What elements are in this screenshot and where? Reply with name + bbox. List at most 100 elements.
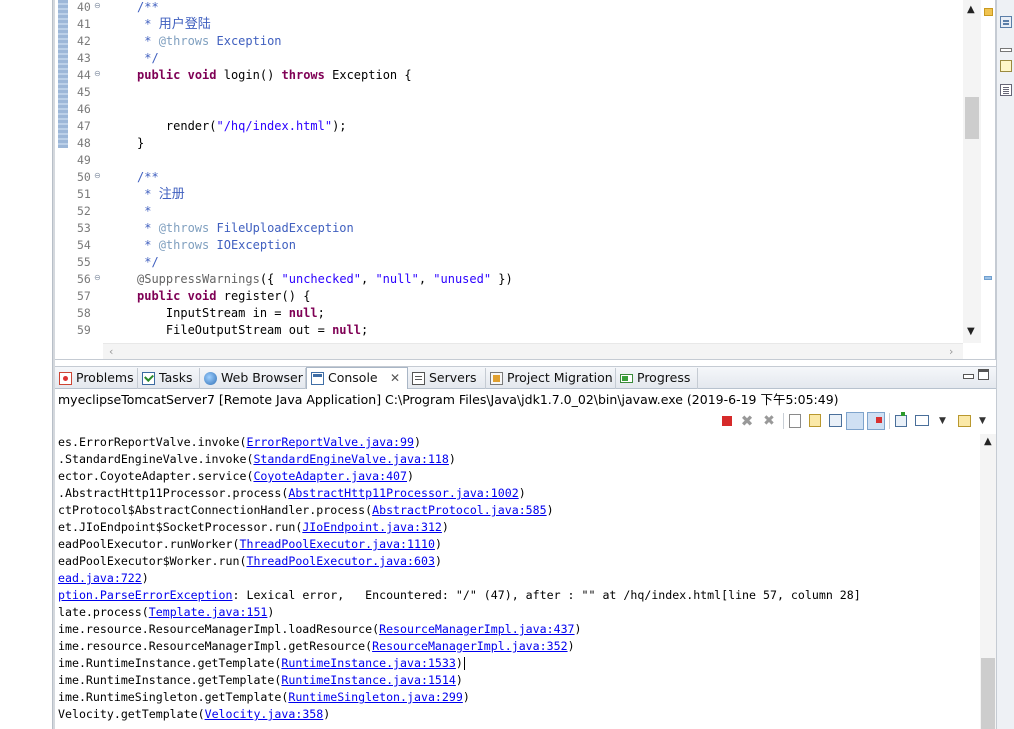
show-standard-out-icon[interactable] [846,412,864,430]
console-line[interactable]: ctProtocol$AbstractConnectionHandler.pro… [58,502,554,519]
chevron-down-icon[interactable]: ▼ [939,413,955,429]
source-link[interactable]: CoyoteAdapter.java:407 [253,469,407,483]
code-line[interactable]: */ [137,254,158,271]
scroll-thumb[interactable] [965,97,979,139]
scroll-left-arrow-icon[interactable]: ‹ [109,345,113,358]
console-line[interactable]: ime.RuntimeInstance.getTemplate(RuntimeI… [58,672,463,689]
source-link[interactable]: ThreadPoolExecutor.java:1110 [239,537,434,551]
remove-all-terminated-icon[interactable]: ✖ [761,413,777,429]
code-line[interactable]: * @throws Exception [137,33,281,50]
code-line[interactable]: public void register() { [137,288,310,305]
occurrence-marker-icon[interactable] [984,276,992,280]
console-output[interactable]: es.ErrorReportValve.invoke(ErrorReportVa… [55,434,980,729]
scroll-up-arrow-icon[interactable]: ▲ [984,436,992,447]
tab-tasks[interactable]: Tasks [138,368,200,389]
fold-toggle-icon[interactable]: ⊖ [94,70,103,79]
source-link[interactable]: RuntimeInstance.java:1533 [281,656,456,670]
minimize-view-icon[interactable] [962,369,974,381]
close-icon[interactable]: ✕ [390,368,400,388]
console-line[interactable]: .AbstractHttp11Processor.process(Abstrac… [58,485,526,502]
code-line[interactable]: * 用户登陆 [137,16,210,33]
restore-icon[interactable] [1000,48,1012,52]
code-line[interactable]: * 注册 [137,186,184,203]
scroll-lock-icon[interactable] [809,414,821,427]
clear-console-icon[interactable] [789,414,801,428]
code-line[interactable]: InputStream in = null; [137,305,325,322]
code-line[interactable]: FileOutputStream out = null; [137,322,368,339]
code-line[interactable]: } [137,135,144,152]
scroll-up-arrow-icon[interactable]: ▲ [967,4,975,15]
show-standard-error-icon[interactable] [867,412,885,430]
source-link[interactable]: AbstractProtocol.java:585 [372,503,547,517]
console-vertical-scrollbar[interactable]: ▲ [980,434,996,729]
console-line[interactable]: .StandardEngineValve.invoke(StandardEngi… [58,451,456,468]
tab-problems[interactable]: Problems [55,368,138,389]
source-link[interactable]: JIoEndpoint.java:312 [302,520,442,534]
code-line[interactable]: * [137,203,151,220]
source-link[interactable]: ResourceManagerImpl.java:352 [372,639,567,653]
console-line[interactable]: es.ErrorReportValve.invoke(ErrorReportVa… [58,434,421,451]
tab-progress[interactable]: Progress [616,368,698,389]
code-text-area[interactable]: /** * 用户登陆 * @throws Exception */ public … [103,0,963,343]
source-link[interactable]: ption.ParseErrorException [58,588,233,602]
console-line[interactable]: eadPoolExecutor.runWorker(ThreadPoolExec… [58,536,442,553]
console-line[interactable]: eadPoolExecutor$Worker.run(ThreadPoolExe… [58,553,442,570]
chevron-down-icon[interactable]: ▼ [979,413,995,429]
list-view-icon[interactable] [1000,84,1012,96]
code-line[interactable]: render("/hq/index.html"); [137,118,347,135]
console-line[interactable]: et.JIoEndpoint$SocketProcessor.run(JIoEn… [58,519,449,536]
console-text: ) [414,435,421,449]
pin-console-icon[interactable] [895,412,907,427]
source-link[interactable]: Template.java:151 [149,605,268,619]
code-line[interactable]: /** [137,169,159,186]
tab-console[interactable]: Console ✕ [306,367,408,389]
code-line[interactable]: */ [137,50,158,67]
code-token: * [137,204,152,218]
scroll-right-arrow-icon[interactable]: › [949,345,953,358]
terminate-icon[interactable] [719,413,735,429]
tab-servers[interactable]: Servers [408,368,486,389]
source-link[interactable]: ThreadPoolExecutor.java:603 [246,554,434,568]
scroll-down-arrow-icon[interactable]: ▼ [967,326,975,337]
code-line[interactable]: /** [137,0,159,16]
fold-toggle-icon[interactable]: ⊖ [94,172,103,181]
code-line[interactable]: * @throws FileUploadException [137,220,354,237]
code-line[interactable]: @SuppressWarnings({ "unchecked", "null",… [137,271,513,288]
console-line[interactable]: Velocity.getTemplate(Velocity.java:358) [58,706,330,723]
source-link[interactable]: Velocity.java:358 [205,707,324,721]
console-line[interactable]: ead.java:722) [58,570,149,587]
source-link[interactable]: RuntimeSingleton.java:299 [288,690,463,704]
tab-project-migration[interactable]: Project Migration [486,368,616,389]
task-list-icon[interactable] [1000,60,1012,72]
console-line[interactable]: ector.CoyoteAdapter.service(CoyoteAdapte… [58,468,414,485]
editor-horizontal-scrollbar[interactable]: ‹ › [103,343,963,359]
remove-launch-icon[interactable]: ✖ [739,413,755,429]
tab-web-browser[interactable]: Web Browser [200,368,306,389]
word-wrap-icon[interactable] [829,414,842,427]
console-line[interactable]: ime.resource.ResourceManagerImpl.getReso… [58,638,575,655]
source-link[interactable]: RuntimeInstance.java:1514 [281,673,456,687]
display-selected-console-icon[interactable] [915,415,929,426]
code-token: @throws [158,34,210,48]
console-line[interactable]: late.process(Template.java:151) [58,604,274,621]
fold-toggle-icon[interactable]: ⊖ [94,274,103,283]
open-console-icon[interactable] [958,415,971,427]
source-link[interactable]: ErrorReportValve.java:99 [246,435,414,449]
source-link[interactable]: ead.java:722 [58,571,142,585]
editor-vertical-scrollbar[interactable]: ▲ ▼ [963,0,981,343]
source-link[interactable]: AbstractHttp11Processor.java:1002 [288,486,518,500]
maximize-view-icon[interactable] [978,369,989,380]
console-line[interactable]: ption.ParseErrorException: Lexical error… [58,587,861,604]
console-line[interactable]: ime.resource.ResourceManagerImpl.loadRes… [58,621,582,638]
outline-view-icon[interactable] [1000,16,1012,28]
scroll-thumb[interactable] [981,658,995,729]
code-line[interactable]: * @throws IOException [137,237,296,254]
source-link[interactable]: ResourceManagerImpl.java:437 [379,622,574,636]
code-line[interactable]: public void login() throws Exception { [137,67,412,84]
console-line[interactable]: ime.RuntimeInstance.getTemplate(RuntimeI… [58,655,465,672]
fold-toggle-icon[interactable]: ⊖ [94,2,103,11]
warning-marker-icon[interactable] [984,8,993,16]
console-line[interactable]: ime.RuntimeSingleton.getTemplate(Runtime… [58,689,470,706]
source-link[interactable]: StandardEngineValve.java:118 [253,452,448,466]
java-editor[interactable]: 40 ⊖ 41 42 43 44 ⊖ 45 46 47 48 49 50 ⊖ 51 52 53 54 55 56 ⊖ 57… [55,0,996,360]
